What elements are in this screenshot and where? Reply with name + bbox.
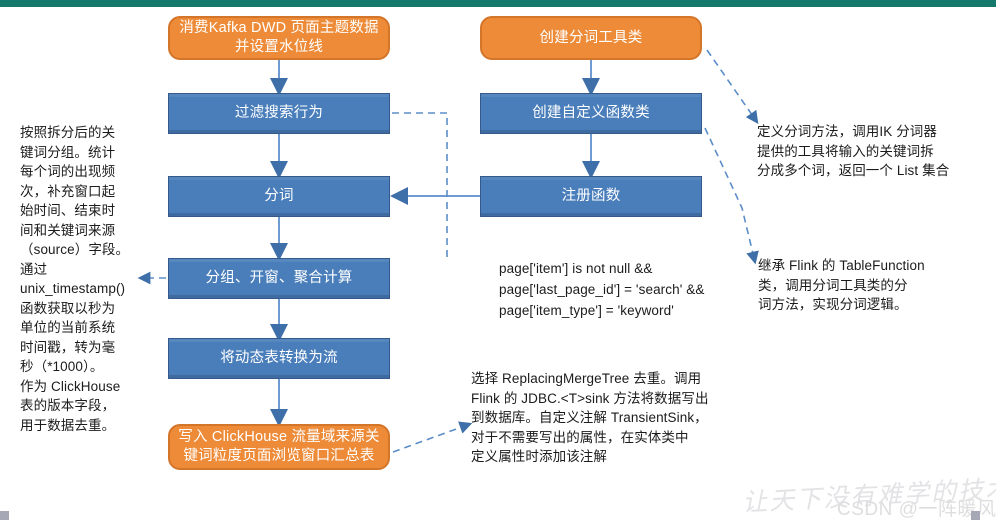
node-table-to-stream[interactable]: 将动态表转换为流 [168, 338, 390, 379]
annotation-split-method: 定义分词方法，调用IK 分词器 提供的工具将输入的关键词拆 分成多个词，返回一个… [757, 124, 950, 178]
node-word-split[interactable]: 分词 [168, 176, 390, 217]
selection-handle-bottom-right[interactable] [971, 511, 980, 520]
selection-handle-bottom-left[interactable] [0, 511, 9, 520]
node-label: 分词 [264, 188, 294, 204]
annotation-sink-detail: 选择 ReplacingMergeTree 去重。调用 Flink 的 JDBC… [471, 371, 709, 464]
node-create-split-util[interactable]: 创建分词工具类 [480, 16, 702, 60]
annotation-left-aggregation: 按照拆分后的关 键词分组。统计 每个词的出现频 次，补充窗口起 始时间、结束时 … [20, 125, 130, 433]
node-register-function[interactable]: 注册函数 [480, 176, 702, 217]
node-label: 过滤搜索行为 [234, 105, 324, 121]
node-create-udf-class[interactable]: 创建自定义函数类 [480, 93, 702, 134]
node-label: 注册函数 [561, 188, 621, 204]
node-label: 分组、开窗、聚合计算 [205, 270, 353, 286]
top-accent-bar [0, 0, 996, 7]
node-sink-clickhouse[interactable]: 写入 ClickHouse 流量域来源关 键词粒度页面浏览窗口汇总表 [168, 424, 390, 470]
node-kafka-source[interactable]: 消费Kafka DWD 页面主题数据 并设置水位线 [168, 16, 390, 60]
node-group-window-agg[interactable]: 分组、开窗、聚合计算 [168, 258, 390, 299]
node-label: 写入 ClickHouse 流量域来源关 键词粒度页面浏览窗口汇总表 [178, 429, 380, 464]
node-filter-search[interactable]: 过滤搜索行为 [168, 93, 390, 134]
diagram-canvas: 消费Kafka DWD 页面主题数据 并设置水位线 过滤搜索行为 分词 分组、开… [0, 0, 996, 522]
annotation-table-function: 继承 Flink 的 TableFunction 类，调用分词工具类的分 词方法… [758, 258, 925, 312]
annotation-filter-condition: page['item'] is not null && page['last_p… [499, 261, 705, 318]
node-label: 创建分词工具类 [539, 29, 643, 46]
node-label: 将动态表转换为流 [220, 350, 338, 366]
node-label: 消费Kafka DWD 页面主题数据 并设置水位线 [179, 20, 379, 55]
node-label: 创建自定义函数类 [532, 105, 650, 121]
